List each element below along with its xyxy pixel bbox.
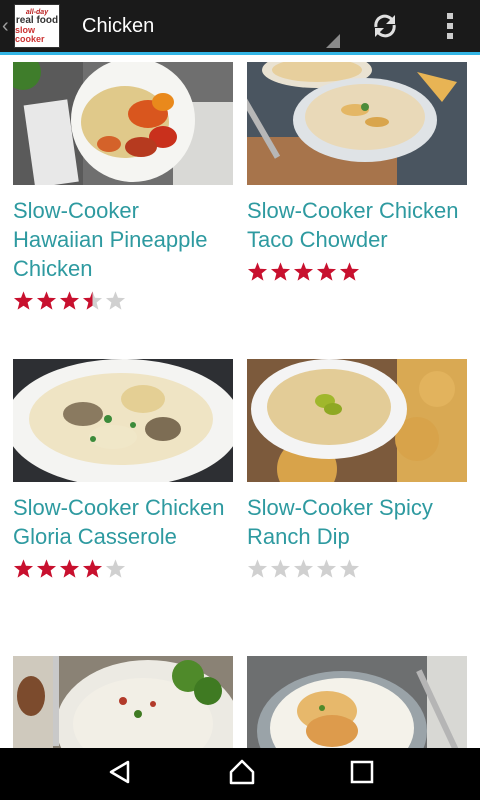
recipe-card[interactable] (247, 656, 467, 748)
star-icon (59, 291, 80, 310)
rating-stars (13, 290, 233, 312)
recipe-image (247, 656, 467, 748)
star-icon (247, 559, 268, 578)
star-icon (270, 262, 291, 281)
up-caret-icon[interactable]: ‹ (2, 0, 14, 52)
overflow-menu-icon (447, 13, 453, 39)
star-icon (82, 559, 103, 578)
recipe-title[interactable]: Slow-Cooker Chicken Gloria Casserole (13, 493, 233, 551)
recipe-card[interactable]: Slow-Cooker Chicken Taco Chowder (247, 62, 467, 283)
recipe-card[interactable]: Slow-Cooker Chicken Gloria Casserole (13, 359, 233, 580)
recipe-card[interactable] (13, 656, 233, 748)
star-icon (13, 559, 34, 578)
star-icon (105, 291, 126, 310)
recipe-list[interactable]: Slow-Cooker Hawaiian Pineapple Chicken S… (0, 55, 480, 748)
recipe-image (13, 62, 233, 185)
recipe-image (247, 359, 467, 482)
rating-stars (247, 558, 467, 580)
recipe-card[interactable]: Slow-Cooker Spicy Ranch Dip (247, 359, 467, 580)
recipe-image (13, 359, 233, 482)
action-bar: ‹ all-day real food slow cooker Chicken (0, 0, 480, 52)
star-icon (316, 559, 337, 578)
back-icon (110, 760, 130, 783)
refresh-icon (374, 14, 396, 38)
star-icon (293, 262, 314, 281)
recents-button[interactable] (350, 760, 374, 789)
star-icon (59, 559, 80, 578)
spinner-indicator-icon (326, 34, 340, 48)
app-logo[interactable]: all-day real food slow cooker (14, 4, 60, 48)
recents-icon (350, 760, 373, 783)
logo-text-3: slow cooker (15, 24, 45, 44)
star-icon (36, 559, 57, 578)
star-icon (13, 291, 34, 310)
logo-text-2: real food (15, 14, 59, 26)
overflow-menu-button[interactable] (420, 0, 480, 52)
home-button[interactable] (227, 758, 257, 791)
page-title: Chicken (82, 14, 155, 37)
star-icon (339, 262, 360, 281)
navigation-bar (0, 748, 480, 800)
star-icon (270, 559, 291, 578)
recipe-image (247, 62, 467, 185)
star-icon (82, 291, 103, 310)
category-spinner[interactable]: Chicken (60, 0, 350, 52)
refresh-button[interactable] (350, 0, 420, 52)
star-icon (339, 559, 360, 578)
star-icon (316, 262, 337, 281)
recipe-title[interactable]: Slow-Cooker Hawaiian Pineapple Chicken (13, 196, 233, 283)
rating-stars (13, 558, 233, 580)
recipe-card[interactable]: Slow-Cooker Hawaiian Pineapple Chicken (13, 62, 233, 312)
rating-stars (247, 261, 467, 283)
star-icon (293, 559, 314, 578)
back-button[interactable] (106, 758, 134, 791)
recipe-image (13, 656, 233, 748)
star-icon (36, 291, 57, 310)
recipe-title[interactable]: Slow-Cooker Chicken Taco Chowder (247, 196, 467, 254)
recipe-title[interactable]: Slow-Cooker Spicy Ranch Dip (247, 493, 467, 551)
home-icon (229, 759, 255, 784)
star-icon (105, 559, 126, 578)
star-icon (247, 262, 268, 281)
